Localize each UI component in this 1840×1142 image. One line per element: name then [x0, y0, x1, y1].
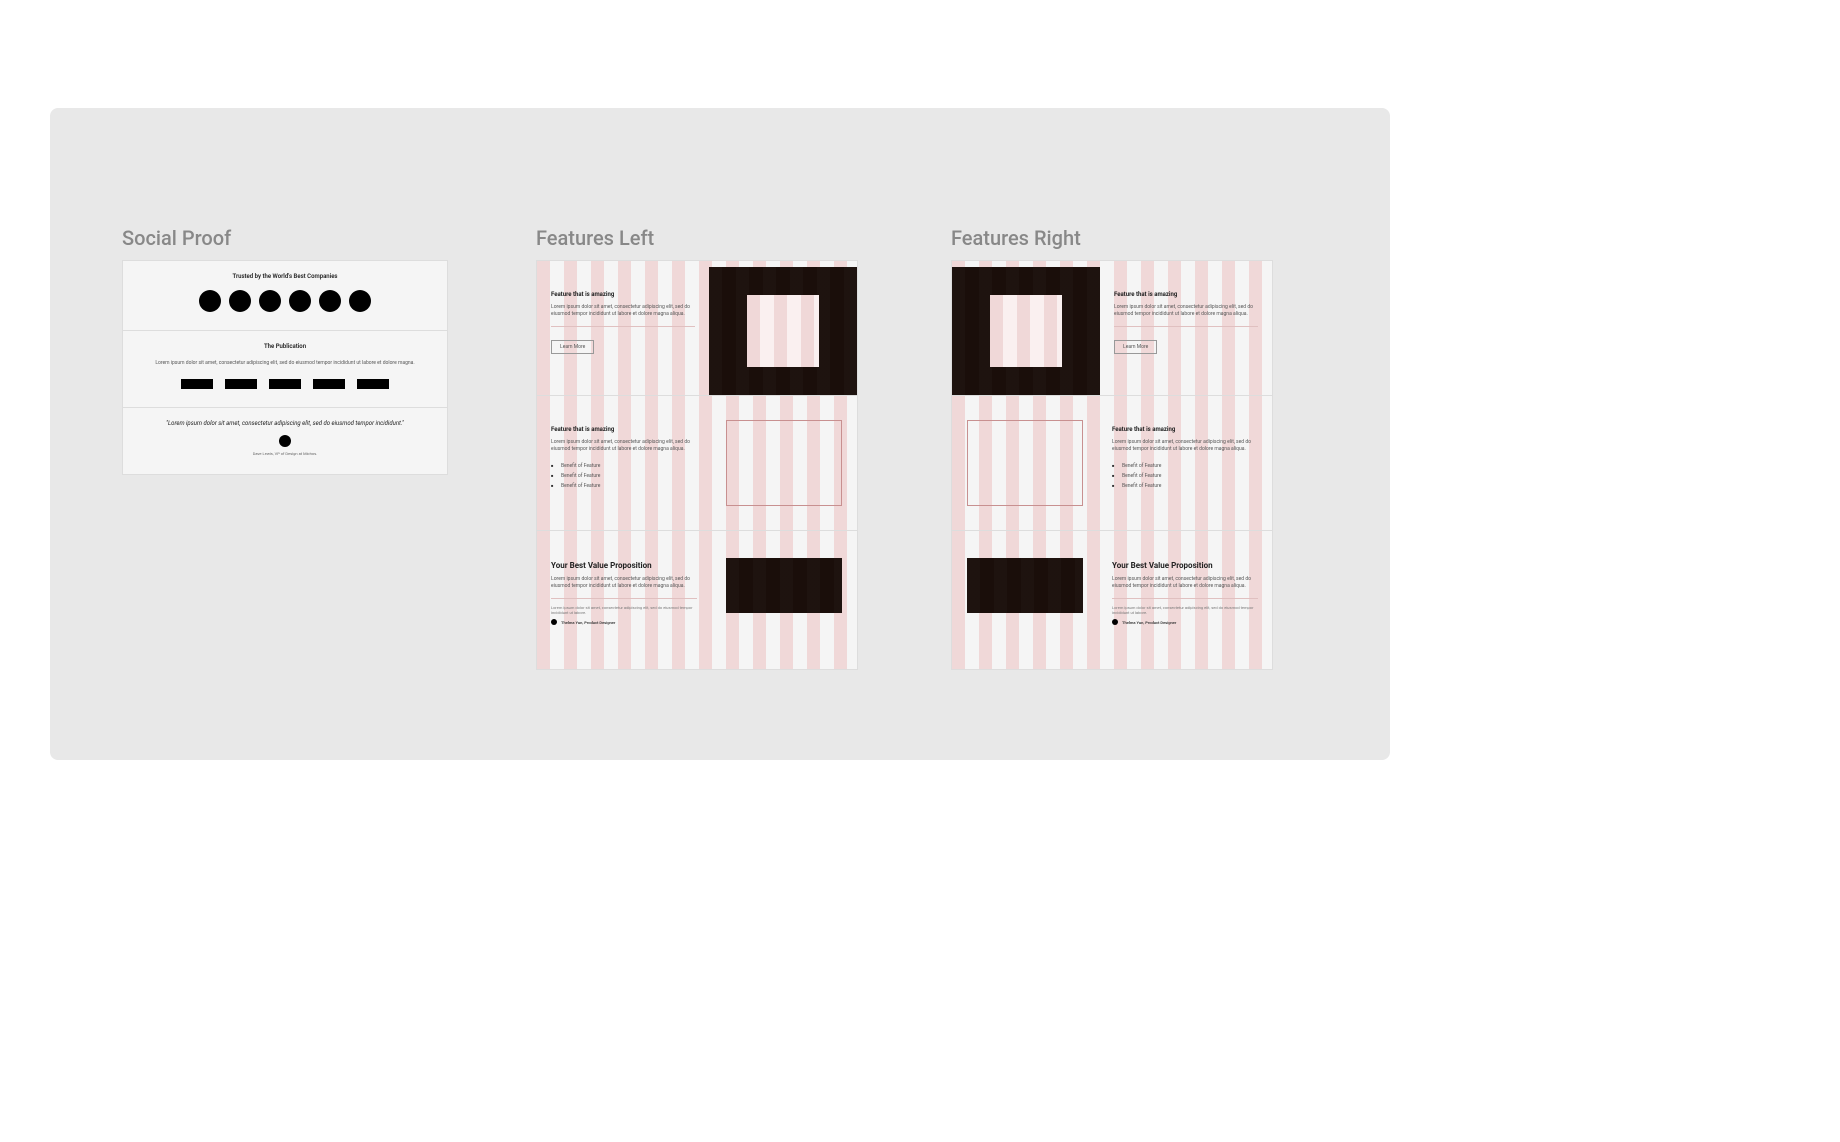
- section-title-features-left: Features Left: [536, 226, 858, 250]
- feature-image-dark: [709, 267, 857, 395]
- publication-logo: [181, 379, 213, 389]
- testimonial-text: Lorem ipsum dolor sit amet, consectetur …: [551, 605, 697, 615]
- divider: [1112, 598, 1258, 599]
- feature-image-dark-small: [726, 558, 842, 613]
- publication-logos-row: [143, 379, 427, 389]
- section-title-features-right: Features Right: [951, 226, 1273, 250]
- grid-overlay: [990, 295, 1062, 367]
- feature-body: Lorem ipsum dolor sit amet, consectetur …: [551, 439, 697, 453]
- social-proof-section: Social Proof Trusted by the World's Best…: [122, 226, 448, 475]
- feature-text-block: Your Best Value Proposition Lorem ipsum …: [1098, 531, 1272, 639]
- publication-text: Lorem ipsum dolor sit amet, consectetur …: [143, 360, 427, 367]
- quote-avatar-icon: [279, 435, 291, 447]
- feature-row-1: Feature that is amazing Lorem ipsum dolo…: [537, 261, 857, 396]
- feature-image-area: [711, 531, 857, 639]
- feature-image-area: [952, 261, 1100, 395]
- feature-image-dark: [952, 267, 1100, 395]
- inner-image-placeholder: [990, 295, 1062, 367]
- feature-image-area: [952, 396, 1098, 530]
- testimonial-person: Thelma Yun, Product Designer: [1112, 619, 1258, 625]
- testimonial-name: Thelma Yun, Product Designer: [561, 620, 615, 625]
- features-left-section: Features Left Feature that is amazing Lo…: [536, 226, 858, 670]
- company-logo-circle: [229, 290, 251, 312]
- feature-body: Lorem ipsum dolor sit amet, consectetur …: [551, 576, 697, 590]
- feature-text-block: Feature that is amazing Lorem ipsum dolo…: [1098, 396, 1272, 530]
- publication-logo: [313, 379, 345, 389]
- publication-block: The Publication Lorem ipsum dolor sit am…: [123, 331, 447, 408]
- feature-heading: Feature that is amazing: [1112, 426, 1258, 433]
- grid-overlay-dark: [726, 558, 842, 613]
- design-canvas[interactable]: Social Proof Trusted by the World's Best…: [50, 108, 1390, 760]
- divider: [551, 598, 697, 599]
- testimonial-name: Thelma Yun, Product Designer: [1122, 620, 1176, 625]
- grid-overlay-dark: [967, 558, 1083, 613]
- learn-more-button[interactable]: Learn More: [551, 340, 594, 354]
- feature-body: Lorem ipsum dolor sit amet, consectetur …: [1112, 576, 1258, 590]
- company-logo-circle: [289, 290, 311, 312]
- benefit-item: Benefit of Feature: [1112, 481, 1258, 491]
- feature-image-dark-small: [967, 558, 1083, 613]
- testimonial-text: Lorem ipsum dolor sit amet, consectetur …: [1112, 605, 1258, 615]
- features-right-artboard[interactable]: Feature that is amazing Lorem ipsum dolo…: [951, 260, 1273, 670]
- value-prop-heading: Your Best Value Proposition: [551, 561, 697, 570]
- quote-text: "Lorem ipsum dolor sit amet, consectetur…: [143, 420, 427, 427]
- avatar-icon: [551, 619, 557, 625]
- benefit-item: Benefit of Feature: [551, 471, 697, 481]
- learn-more-button[interactable]: Learn More: [1114, 340, 1157, 354]
- logo-circles-row: [143, 290, 427, 312]
- benefit-item: Benefit of Feature: [551, 481, 697, 491]
- divider: [1114, 326, 1258, 327]
- feature-text-block: Your Best Value Proposition Lorem ipsum …: [537, 531, 711, 639]
- feature-text-block: Feature that is amazing Lorem ipsum dolo…: [537, 261, 709, 395]
- features-left-artboard[interactable]: Feature that is amazing Lorem ipsum dolo…: [536, 260, 858, 670]
- publication-heading: The Publication: [143, 343, 427, 350]
- feature-image-area: [952, 531, 1098, 639]
- feature-row-1: Feature that is amazing Lorem ipsum dolo…: [952, 261, 1272, 396]
- inner-image-placeholder: [747, 295, 819, 367]
- quote-block: "Lorem ipsum dolor sit amet, consectetur…: [123, 408, 447, 474]
- feature-image-area: [711, 396, 857, 530]
- feature-row-3: Your Best Value Proposition Lorem ipsum …: [537, 531, 857, 669]
- quote-attribution: Dave Lewis, VP of Design at Michos.: [143, 451, 427, 456]
- company-logo-circle: [259, 290, 281, 312]
- grid-overlay: [747, 295, 819, 367]
- testimonial-person: Thelma Yun, Product Designer: [551, 619, 697, 625]
- feature-text-block: Feature that is amazing Lorem ipsum dolo…: [1100, 261, 1272, 395]
- feature-heading: Feature that is amazing: [1114, 291, 1258, 298]
- feature-body: Lorem ipsum dolor sit amet, consectetur …: [1114, 304, 1258, 318]
- social-proof-artboard[interactable]: Trusted by the World's Best Companies Th…: [122, 260, 448, 475]
- benefit-item: Benefit of Feature: [551, 461, 697, 471]
- publication-logo: [357, 379, 389, 389]
- feature-row-2: Feature that is amazing Lorem ipsum dolo…: [952, 396, 1272, 531]
- image-placeholder-outline: [967, 420, 1083, 506]
- publication-logo: [269, 379, 301, 389]
- feature-image-area: [709, 261, 857, 395]
- feature-body: Lorem ipsum dolor sit amet, consectetur …: [551, 304, 695, 318]
- feature-benefits-list: Benefit of Feature Benefit of Feature Be…: [551, 461, 697, 491]
- feature-heading: Feature that is amazing: [551, 291, 695, 298]
- company-logo-circle: [349, 290, 371, 312]
- company-logo-circle: [319, 290, 341, 312]
- features-right-section: Features Right Feature that is amazing L…: [951, 226, 1273, 670]
- benefit-item: Benefit of Feature: [1112, 471, 1258, 481]
- publication-logo: [225, 379, 257, 389]
- feature-row-3: Your Best Value Proposition Lorem ipsum …: [952, 531, 1272, 669]
- value-prop-heading: Your Best Value Proposition: [1112, 561, 1258, 570]
- section-title-social-proof: Social Proof: [122, 226, 448, 250]
- feature-text-block: Feature that is amazing Lorem ipsum dolo…: [537, 396, 711, 530]
- benefit-item: Benefit of Feature: [1112, 461, 1258, 471]
- avatar-icon: [1112, 619, 1118, 625]
- feature-body: Lorem ipsum dolor sit amet, consectetur …: [1112, 439, 1258, 453]
- divider: [551, 326, 695, 327]
- feature-benefits-list: Benefit of Feature Benefit of Feature Be…: [1112, 461, 1258, 491]
- feature-row-2: Feature that is amazing Lorem ipsum dolo…: [537, 396, 857, 531]
- company-logo-circle: [199, 290, 221, 312]
- trusted-heading: Trusted by the World's Best Companies: [143, 273, 427, 280]
- feature-heading: Feature that is amazing: [551, 426, 697, 433]
- image-placeholder-outline: [726, 420, 842, 506]
- trusted-block: Trusted by the World's Best Companies: [123, 261, 447, 331]
